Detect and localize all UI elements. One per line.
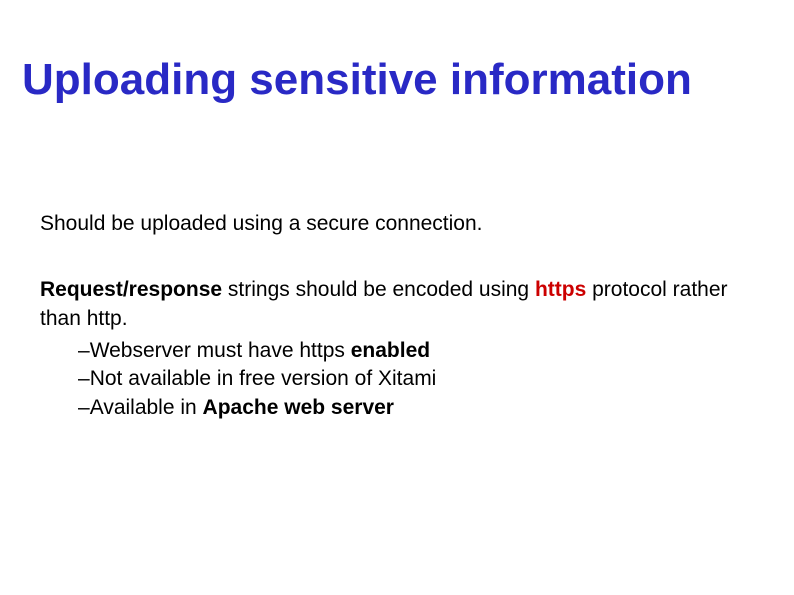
text-https-highlight: https — [535, 278, 586, 301]
slide-body: Should be uploaded using a secure connec… — [40, 210, 740, 422]
dash-icon: – — [78, 396, 90, 419]
subitem-apache: –Available in Apache web server — [78, 394, 740, 422]
text-apache-pre: Available in — [90, 396, 203, 419]
dash-icon: – — [78, 367, 90, 390]
subitem-xitami: –Not available in free version of Xitami — [78, 365, 740, 393]
text-apache-bold: Apache web server — [203, 396, 394, 419]
paragraph-secure-connection: Should be uploaded using a secure connec… — [40, 210, 740, 238]
text-request-response-label: Request/response — [40, 278, 222, 301]
slide-title: Uploading sensitive information — [22, 55, 692, 105]
paragraph-request-response: Request/response strings should be encod… — [40, 276, 740, 422]
text-webserver-pre: Webserver must have https — [90, 339, 351, 362]
text-enabled-bold: enabled — [351, 339, 430, 362]
subitem-webserver-enabled: –Webserver must have https enabled — [78, 337, 740, 365]
text-encoded-using: strings should be encoded using — [222, 278, 535, 301]
sublist: –Webserver must have https enabled –Not … — [78, 337, 740, 422]
dash-icon: – — [78, 339, 90, 362]
text-xitami: Not available in free version of Xitami — [90, 367, 437, 390]
